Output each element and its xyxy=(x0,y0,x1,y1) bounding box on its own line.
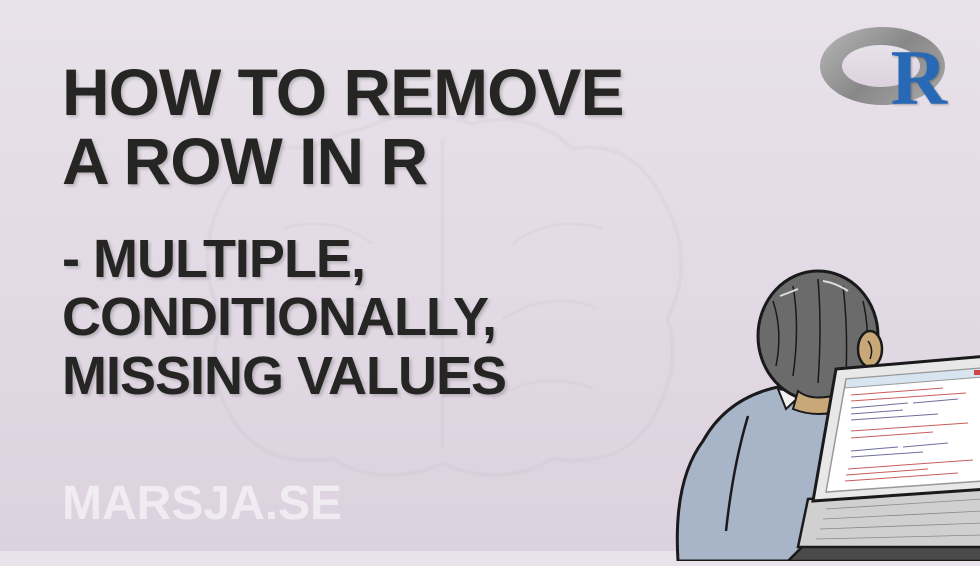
subtitle-line-3: MISSING VALUES xyxy=(62,347,506,405)
person-with-laptop-illustration xyxy=(648,241,980,561)
subtitle-line-2: CONDITIONALLY, xyxy=(62,288,506,346)
subtitle-line-1: - MULTIPLE, xyxy=(62,230,506,288)
main-title: HOW TO REMOVE A ROW IN R xyxy=(62,58,623,197)
r-logo: R xyxy=(820,25,950,120)
subtitle: - MULTIPLE, CONDITIONALLY, MISSING VALUE… xyxy=(62,230,506,405)
title-line-2: A ROW IN R xyxy=(62,127,623,196)
title-line-1: HOW TO REMOVE xyxy=(62,58,623,127)
site-name: MARSJA.SE xyxy=(62,476,342,531)
r-logo-letter: R xyxy=(891,33,947,123)
